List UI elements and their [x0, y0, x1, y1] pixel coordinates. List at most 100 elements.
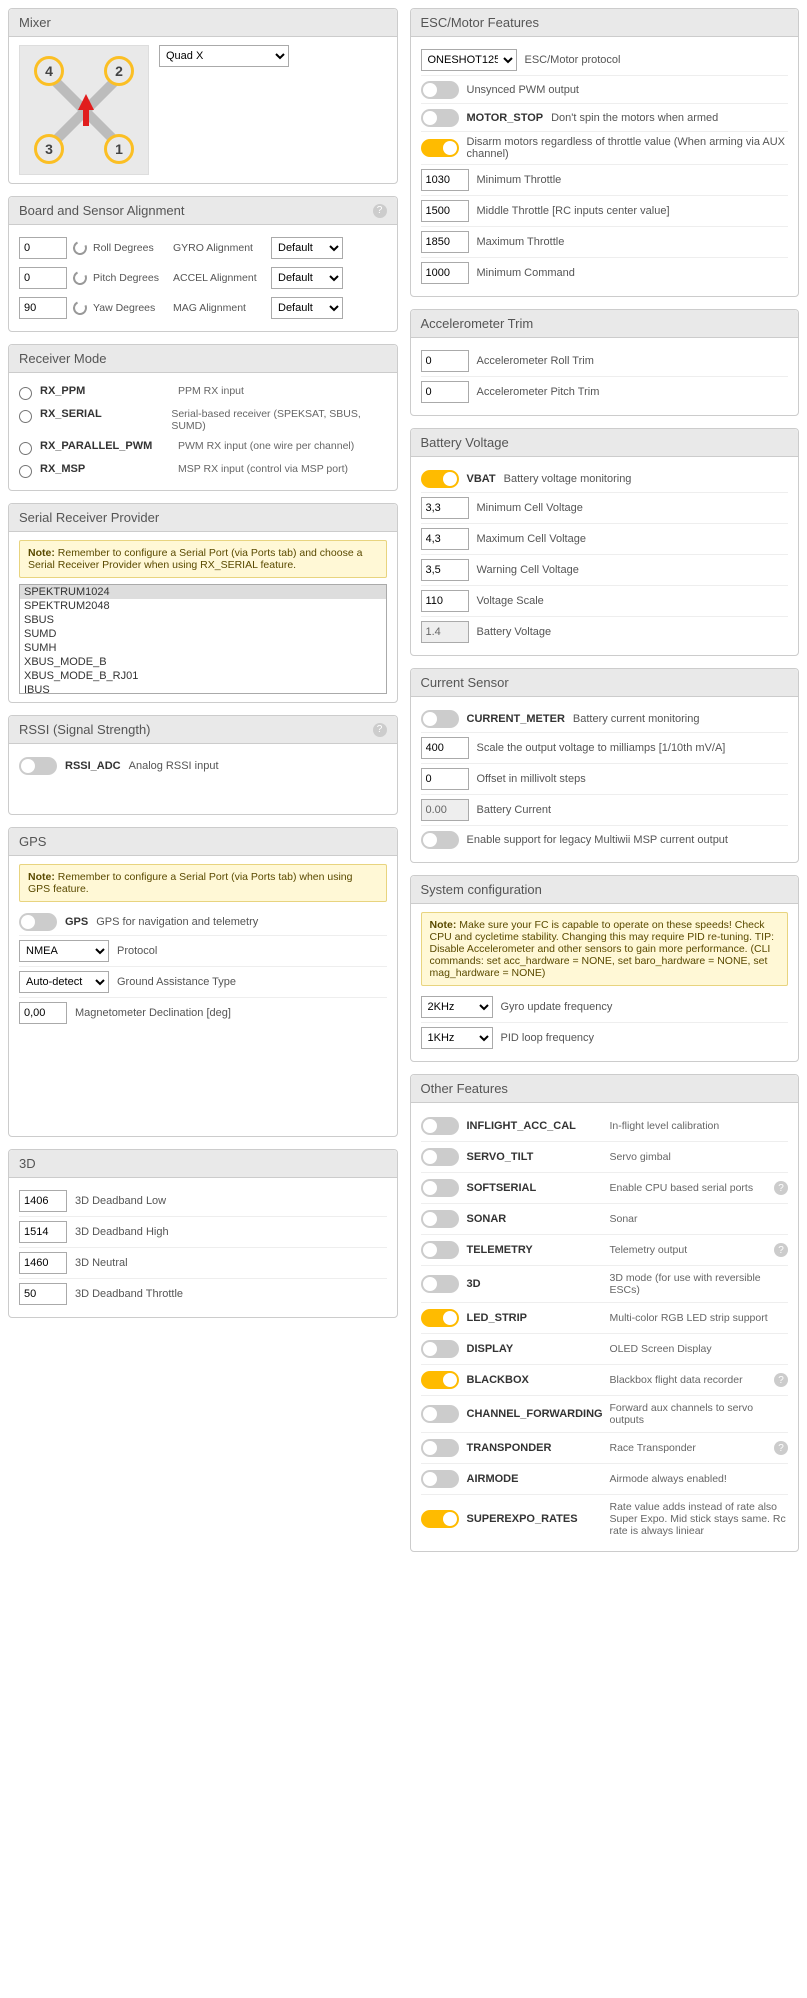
serial-provider-option[interactable]: XBUS_MODE_B_RJ01 — [20, 669, 386, 683]
gps-note: Note: Remember to configure a Serial Por… — [19, 864, 387, 902]
mid-throttle-input[interactable] — [421, 200, 469, 222]
feature-row: SUPEREXPO_RATESRate value adds instead o… — [421, 1495, 789, 1543]
gps-ground-select[interactable]: Auto-detect — [19, 971, 109, 993]
help-icon[interactable]: ? — [373, 204, 387, 218]
min-command-input[interactable] — [421, 262, 469, 284]
mixer-title: Mixer — [19, 15, 51, 30]
help-icon[interactable]: ? — [774, 1181, 788, 1195]
gps-protocol-select[interactable]: NMEA — [19, 940, 109, 962]
reload-icon — [71, 269, 89, 287]
3d-neutral-input[interactable] — [19, 1252, 67, 1274]
panel-serial-provider: Serial Receiver Provider Note: Remember … — [8, 503, 398, 703]
receiver-mode-option[interactable]: RX_PARALLEL_PWMPWM RX input (one wire pe… — [19, 436, 387, 459]
roll-degrees-input[interactable] — [19, 237, 67, 259]
radio-input[interactable] — [19, 410, 32, 423]
feature-toggle[interactable] — [421, 1309, 459, 1327]
accel-pitch-trim-input[interactable] — [421, 381, 469, 403]
feature-toggle[interactable] — [421, 1340, 459, 1358]
serial-provider-option[interactable]: IBUS — [20, 683, 386, 694]
panel-accel-trim: Accelerometer Trim Accelerometer Roll Tr… — [410, 309, 800, 416]
serial-provider-title: Serial Receiver Provider — [19, 510, 159, 525]
gps-toggle[interactable] — [19, 913, 57, 931]
reload-icon — [71, 299, 89, 317]
panel-battery: Battery Voltage VBATBattery voltage moni… — [410, 428, 800, 656]
yaw-degrees-input[interactable] — [19, 297, 67, 319]
battery-voltage-display — [421, 621, 469, 643]
feature-row: TRANSPONDERRace Transponder? — [421, 1433, 789, 1464]
current-meter-toggle[interactable] — [421, 710, 459, 728]
feature-row: INFLIGHT_ACC_CALIn-flight level calibrat… — [421, 1111, 789, 1142]
panel-alignment: Board and Sensor Alignment? Roll Degrees… — [8, 196, 398, 332]
feature-toggle[interactable] — [421, 1275, 459, 1293]
unsynced-pwm-toggle[interactable] — [421, 81, 459, 99]
current-scale-input[interactable] — [421, 737, 469, 759]
min-cell-input[interactable] — [421, 497, 469, 519]
3d-deadband-high-input[interactable] — [19, 1221, 67, 1243]
feature-row: SONARSonar — [421, 1204, 789, 1235]
motor-stop-toggle[interactable] — [421, 109, 459, 127]
system-note: Note: Make sure your FC is capable to op… — [421, 912, 789, 986]
serial-provider-option[interactable]: SUMD — [20, 627, 386, 641]
help-icon[interactable]: ? — [373, 723, 387, 737]
feature-toggle[interactable] — [421, 1510, 459, 1528]
help-icon[interactable]: ? — [774, 1441, 788, 1455]
serial-provider-listbox[interactable]: SPEKTRUM1024SPEKTRUM2048SBUSSUMDSUMHXBUS… — [19, 584, 387, 694]
pid-freq-select[interactable]: 1KHz — [421, 1027, 493, 1049]
vbat-toggle[interactable] — [421, 470, 459, 488]
panel-mixer: Mixer 1 2 3 4 Quad X — [8, 8, 398, 184]
3d-deadband-throttle-input[interactable] — [19, 1283, 67, 1305]
panel-3d: 3D 3D Deadband Low 3D Deadband High 3D N… — [8, 1149, 398, 1318]
legacy-msp-toggle[interactable] — [421, 831, 459, 849]
gps-title: GPS — [19, 834, 46, 849]
disarm-toggle[interactable] — [421, 139, 459, 157]
panel-gps: GPS Note: Remember to configure a Serial… — [8, 827, 398, 1137]
feature-toggle[interactable] — [421, 1439, 459, 1457]
gyro-align-select[interactable]: Default — [271, 237, 343, 259]
max-cell-input[interactable] — [421, 528, 469, 550]
feature-toggle[interactable] — [421, 1148, 459, 1166]
motor-1: 1 — [104, 134, 134, 164]
gyro-freq-select[interactable]: 2KHz — [421, 996, 493, 1018]
feature-row: LED_STRIPMulti-color RGB LED strip suppo… — [421, 1303, 789, 1334]
help-icon[interactable]: ? — [774, 1373, 788, 1387]
battery-current-display — [421, 799, 469, 821]
feature-toggle[interactable] — [421, 1117, 459, 1135]
feature-toggle[interactable] — [421, 1241, 459, 1259]
help-icon[interactable]: ? — [774, 1243, 788, 1257]
receiver-mode-option[interactable]: RX_PPMPPM RX input — [19, 381, 387, 404]
pitch-degrees-input[interactable] — [19, 267, 67, 289]
min-throttle-input[interactable] — [421, 169, 469, 191]
rssi-adc-toggle[interactable] — [19, 757, 57, 775]
3d-deadband-low-input[interactable] — [19, 1190, 67, 1212]
accel-roll-trim-input[interactable] — [421, 350, 469, 372]
radio-input[interactable] — [19, 442, 32, 455]
panel-current-sensor: Current Sensor CURRENT_METERBattery curr… — [410, 668, 800, 863]
max-throttle-input[interactable] — [421, 231, 469, 253]
current-offset-input[interactable] — [421, 768, 469, 790]
feature-toggle[interactable] — [421, 1405, 459, 1423]
receiver-mode-option[interactable]: RX_MSPMSP RX input (control via MSP port… — [19, 459, 387, 482]
serial-provider-note: Note: Remember to configure a Serial Por… — [19, 540, 387, 578]
radio-input[interactable] — [19, 465, 32, 478]
feature-toggle[interactable] — [421, 1210, 459, 1228]
serial-provider-option[interactable]: SUMH — [20, 641, 386, 655]
feature-row: TELEMETRYTelemetry output? — [421, 1235, 789, 1266]
feature-toggle[interactable] — [421, 1371, 459, 1389]
receiver-mode-option[interactable]: RX_SERIALSerial-based receiver (SPEKSAT,… — [19, 404, 387, 436]
feature-row: DISPLAYOLED Screen Display — [421, 1334, 789, 1365]
mag-align-select[interactable]: Default — [271, 297, 343, 319]
serial-provider-option[interactable]: XBUS_MODE_B — [20, 655, 386, 669]
serial-provider-option[interactable]: SPEKTRUM1024 — [20, 585, 386, 599]
voltage-scale-input[interactable] — [421, 590, 469, 612]
feature-toggle[interactable] — [421, 1470, 459, 1488]
serial-provider-option[interactable]: SPEKTRUM2048 — [20, 599, 386, 613]
mag-declination-input[interactable] — [19, 1002, 67, 1024]
serial-provider-option[interactable]: SBUS — [20, 613, 386, 627]
mixer-type-select[interactable]: Quad X — [159, 45, 289, 67]
reload-icon — [71, 239, 89, 257]
warn-cell-input[interactable] — [421, 559, 469, 581]
accel-align-select[interactable]: Default — [271, 267, 343, 289]
radio-input[interactable] — [19, 387, 32, 400]
esc-protocol-select[interactable]: ONESHOT125 — [421, 49, 517, 71]
feature-toggle[interactable] — [421, 1179, 459, 1197]
